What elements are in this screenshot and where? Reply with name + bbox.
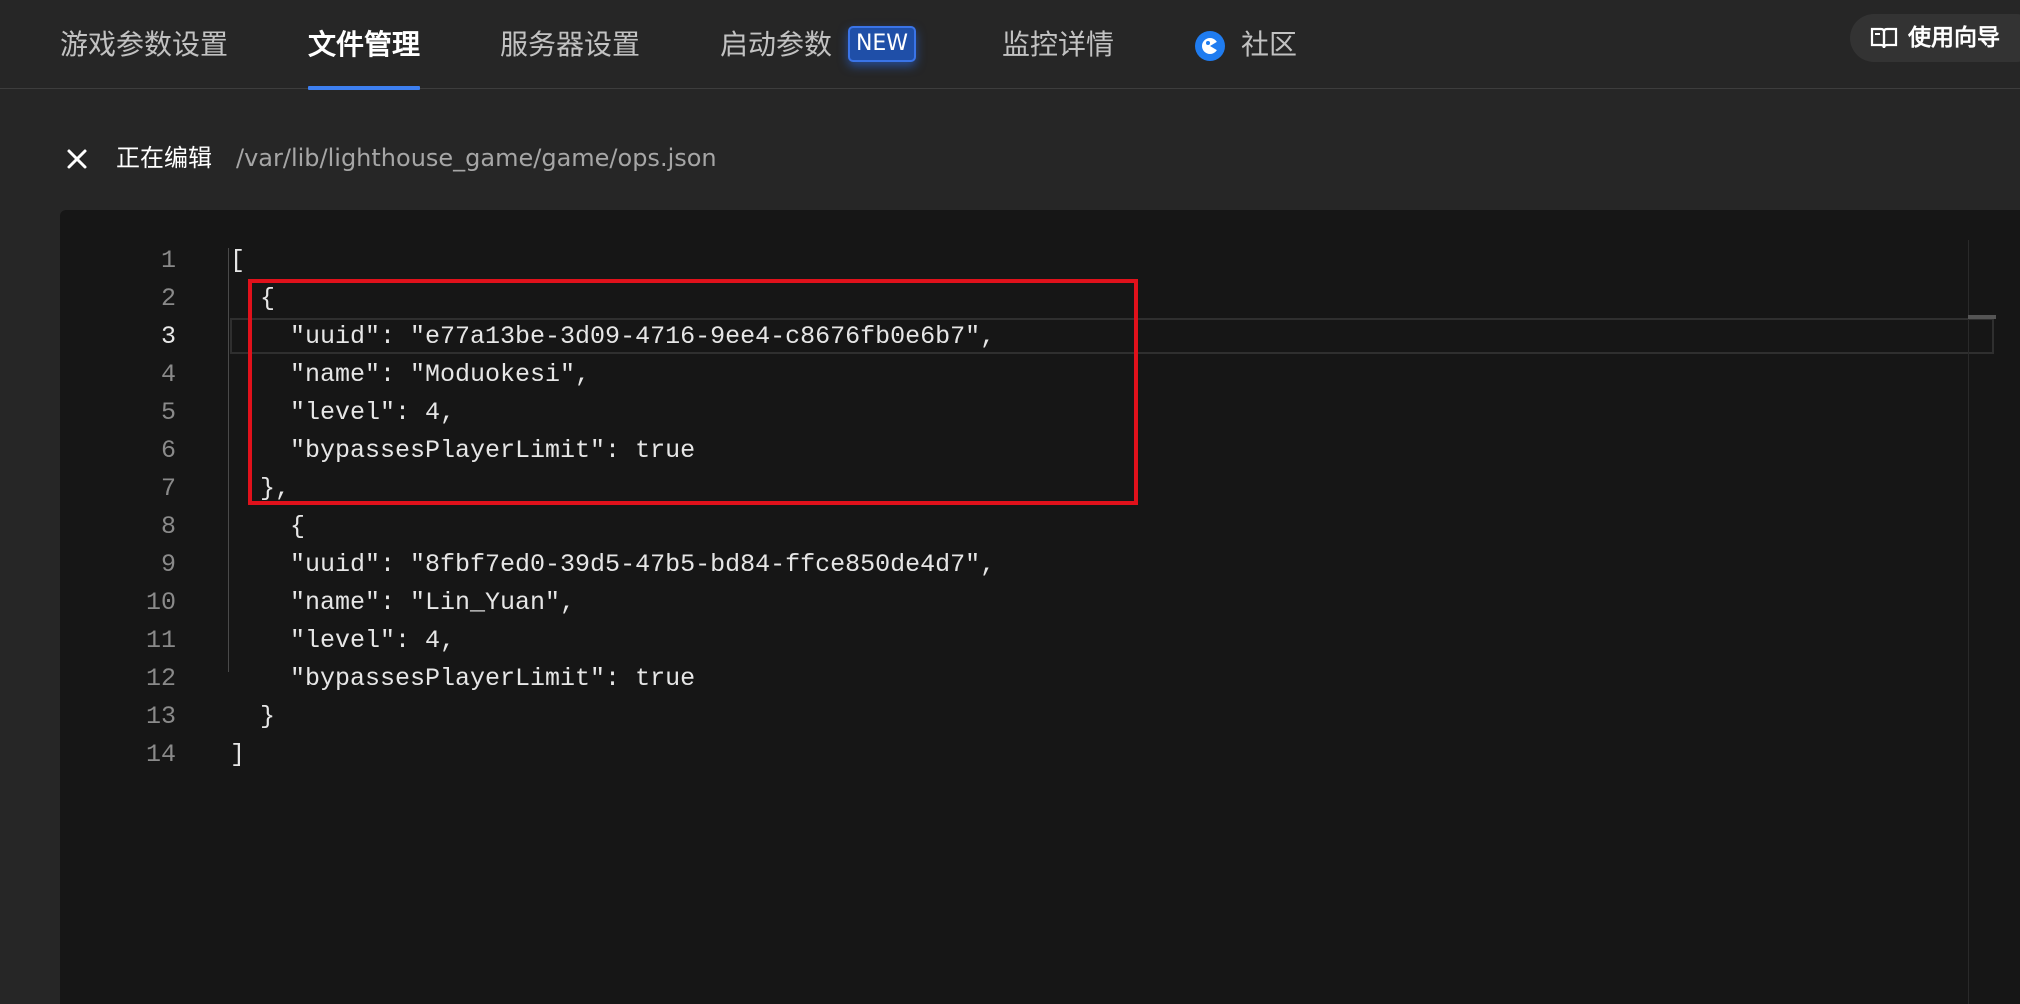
line-number: 6	[160, 436, 176, 465]
line-number: 1	[160, 246, 176, 275]
code-line[interactable]: 2 {	[60, 280, 1960, 318]
code-line[interactable]: 10 "name": "Lin_Yuan",	[60, 584, 1960, 622]
line-number: 12	[145, 664, 176, 693]
tab-community[interactable]: 社区	[1241, 0, 1297, 89]
line-number: 4	[160, 360, 176, 389]
line-text: "level": 4,	[230, 398, 456, 427]
line-text: "uuid": "e77a13be-3d09-4716-9ee4-c8676fb…	[230, 322, 996, 351]
line-number: 8	[160, 512, 176, 541]
line-text: "name": "Lin_Yuan",	[230, 588, 576, 617]
code-line[interactable]: 4 "name": "Moduokesi",	[60, 356, 1960, 394]
new-badge: NEW	[848, 26, 916, 62]
code-line[interactable]: 8 {	[60, 508, 1960, 546]
code-line[interactable]: 7 },	[60, 470, 1960, 508]
code-line[interactable]: 14]	[60, 736, 1960, 774]
line-number: 3	[160, 322, 176, 351]
book-icon	[1870, 27, 1898, 49]
code-line[interactable]: 5 "level": 4,	[60, 394, 1960, 432]
scrollbar[interactable]	[1968, 240, 1996, 1004]
line-text: {	[230, 512, 306, 541]
tab-server-settings[interactable]: 服务器设置	[500, 0, 640, 89]
line-text: "bypassesPlayerLimit": true	[230, 436, 696, 465]
scrollbar-cursor-marker	[1968, 315, 1996, 319]
code-editor[interactable]: 1[2 {3 "uuid": "e77a13be-3d09-4716-9ee4-…	[60, 210, 2020, 1004]
close-icon[interactable]	[62, 144, 92, 174]
guide-button[interactable]: 使用向导	[1850, 14, 2020, 62]
line-text: },	[230, 474, 291, 503]
editing-label: 正在编辑	[116, 144, 212, 172]
line-text: [	[230, 246, 246, 275]
line-number: 2	[160, 284, 176, 313]
code-line[interactable]: 1[	[60, 242, 1960, 280]
top-tab-bar: 游戏参数设置 文件管理 服务器设置 启动参数 NEW 监控详情 社区	[0, 0, 2020, 90]
line-number: 13	[145, 702, 176, 731]
line-number: 11	[145, 626, 176, 655]
community-logo-icon[interactable]	[1194, 30, 1226, 62]
file-path: /var/lib/lighthouse_game/game/ops.json	[236, 144, 717, 172]
line-text: "bypassesPlayerLimit": true	[230, 664, 696, 693]
line-number: 10	[145, 588, 176, 617]
tab-game-settings[interactable]: 游戏参数设置	[60, 0, 228, 89]
line-text: "name": "Moduokesi",	[230, 360, 591, 389]
line-number: 7	[160, 474, 176, 503]
code-line[interactable]: 12 "bypassesPlayerLimit": true	[60, 660, 1960, 698]
line-text: {	[230, 284, 276, 313]
code-line[interactable]: 6 "bypassesPlayerLimit": true	[60, 432, 1960, 470]
line-number: 9	[160, 550, 176, 579]
code-line[interactable]: 11 "level": 4,	[60, 622, 1960, 660]
line-text: "level": 4,	[230, 626, 456, 655]
line-text: "uuid": "8fbf7ed0-39d5-47b5-bd84-ffce850…	[230, 550, 996, 579]
line-number: 5	[160, 398, 176, 427]
code-line[interactable]: 3 "uuid": "e77a13be-3d09-4716-9ee4-c8676…	[60, 318, 1960, 356]
guide-label: 使用向导	[1908, 25, 2000, 51]
code-line[interactable]: 13 }	[60, 698, 1960, 736]
tab-file-management[interactable]: 文件管理	[308, 0, 421, 90]
line-text: ]	[230, 740, 246, 769]
tab-launch-params[interactable]: 启动参数	[720, 0, 832, 89]
line-text: }	[230, 702, 276, 731]
tab-monitoring[interactable]: 监控详情	[1002, 0, 1114, 89]
code-line[interactable]: 9 "uuid": "8fbf7ed0-39d5-47b5-bd84-ffce8…	[60, 546, 1960, 584]
line-number: 14	[145, 740, 176, 769]
